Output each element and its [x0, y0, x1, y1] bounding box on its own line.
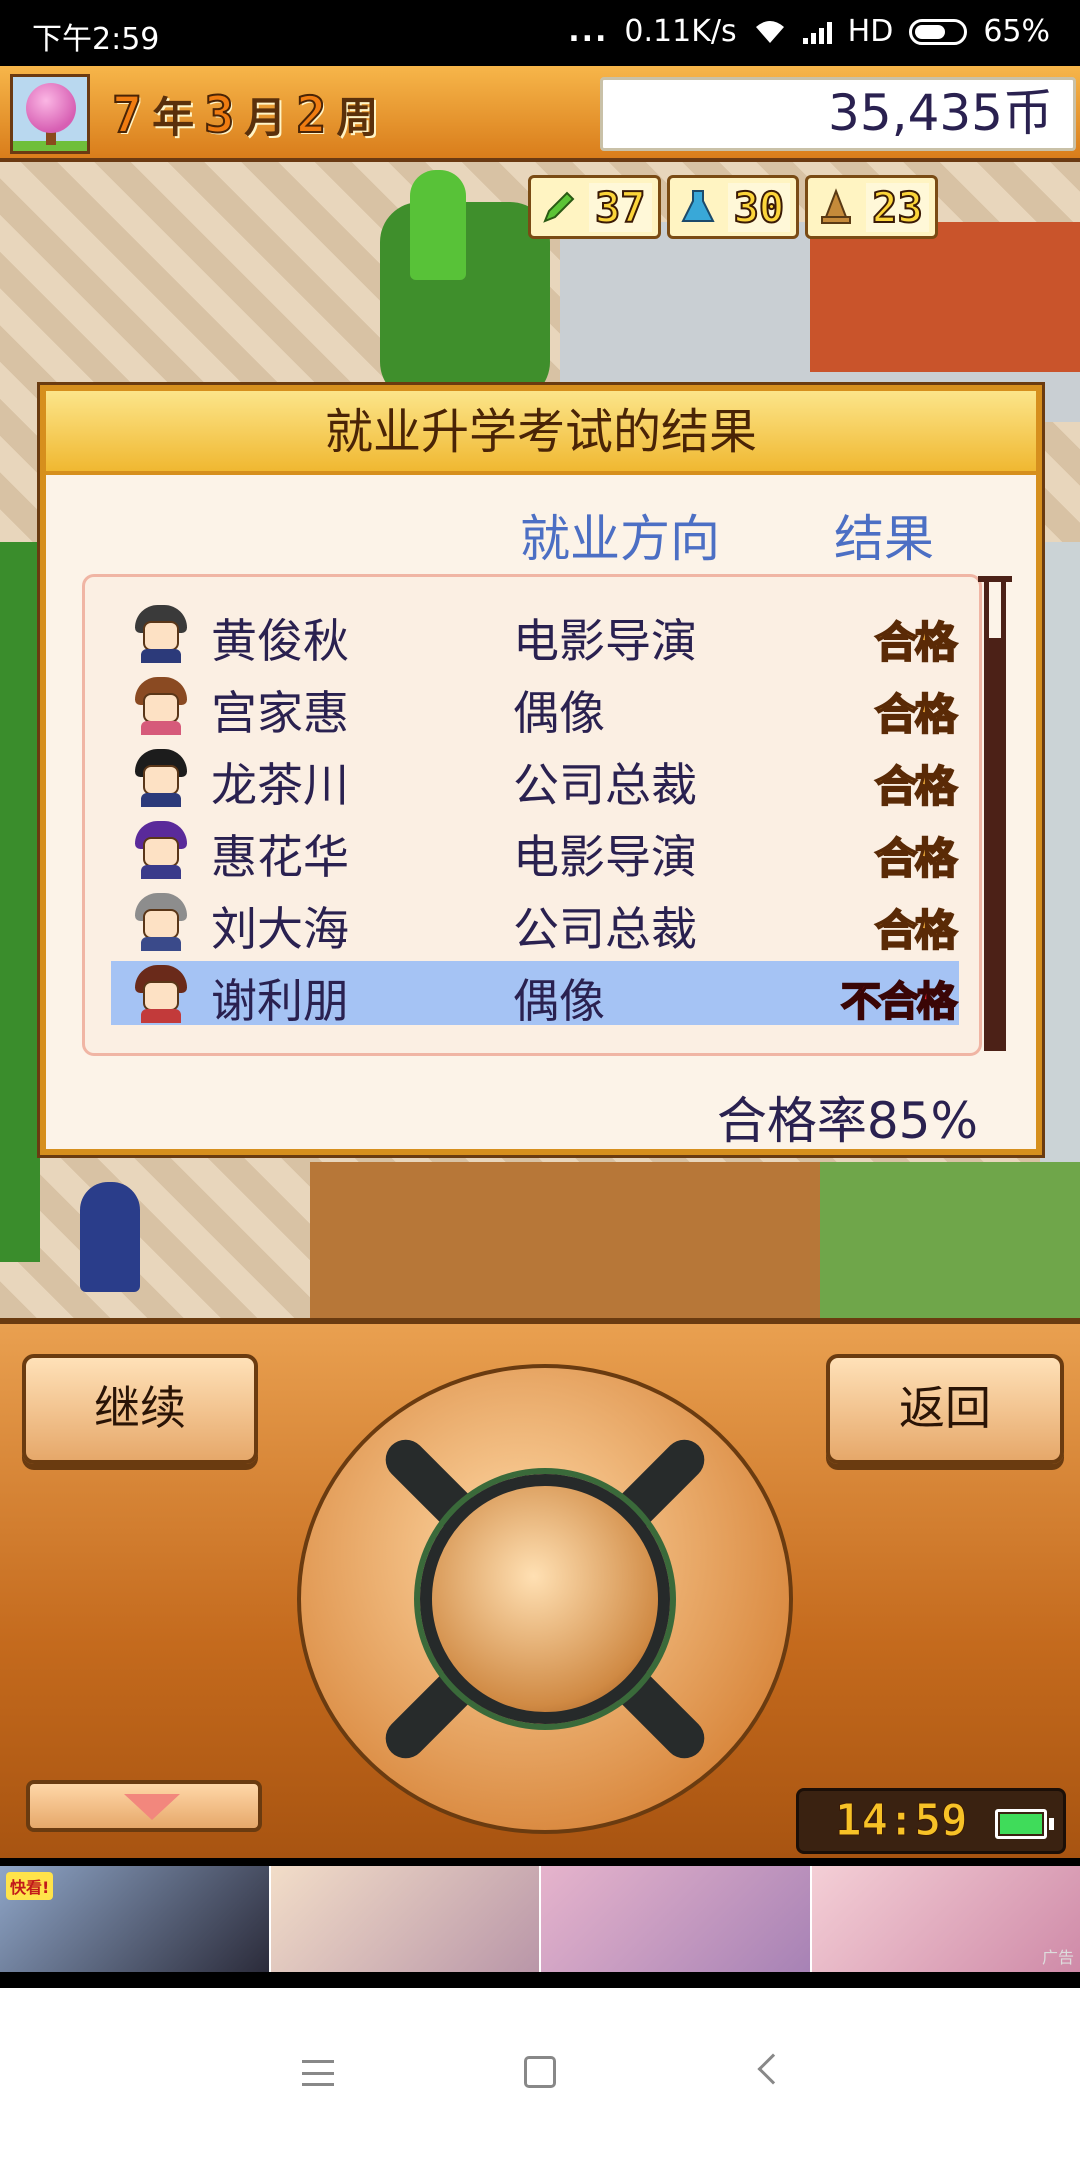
list-item[interactable]: 黄俊秋 电影导演 合格 [111, 601, 959, 668]
student-job: 电影导演 [513, 830, 697, 884]
red-roof [810, 222, 1080, 372]
ad-panel[interactable] [541, 1866, 812, 1972]
student-job: 公司总裁 [513, 902, 697, 956]
money-display: 35,435币 [600, 77, 1076, 151]
week-unit: 周 [336, 93, 379, 142]
left-trees [0, 542, 40, 1262]
year-unit: 年 [152, 93, 195, 142]
list-item[interactable]: 龙茶川 公司总裁 合格 [111, 745, 959, 812]
list-item[interactable]: 刘大海 公司总裁 合格 [111, 889, 959, 956]
student-avatar [131, 603, 191, 663]
list-item[interactable]: 惠花华 电影导演 合格 [111, 817, 959, 884]
game-date: 7 年 3 月 2 周 [111, 84, 379, 145]
student-job: 偶像 [513, 974, 605, 1028]
controller-panel: 继续 返回 14:59 [0, 1318, 1080, 1858]
student-sprite[interactable] [410, 170, 466, 280]
student-sprite[interactable] [80, 1182, 140, 1292]
month-number: 3 [203, 85, 235, 145]
list-item-selected[interactable]: 谢利朋 偶像 不合格 [111, 961, 959, 1028]
scroll-down-button[interactable] [26, 1780, 262, 1832]
student-name: 惠花华 [211, 830, 349, 884]
ad-banner[interactable]: 快看! 广告 [0, 1866, 1080, 1972]
result-badge: 合格 [874, 761, 958, 812]
dpad[interactable] [297, 1364, 793, 1834]
running-track [310, 1162, 830, 1318]
student-job: 公司总裁 [513, 758, 697, 812]
stat-counters: 37 30 23 [528, 175, 938, 239]
battery-icon [995, 1809, 1047, 1839]
student-avatar [131, 747, 191, 807]
week-number: 2 [295, 85, 327, 145]
back-icon[interactable] [757, 2053, 789, 2085]
battery-percent: 65% [983, 14, 1050, 49]
network-speed: 0.11K/s [624, 14, 737, 49]
stat-culture-value: 23 [866, 182, 929, 233]
student-name: 黄俊秋 [211, 614, 349, 668]
ad-label: 广告 [1041, 1948, 1074, 1967]
clock-time: 14:59 [834, 1795, 968, 1847]
ad-panel[interactable]: 快看! [0, 1866, 271, 1972]
student-name: 宫家惠 [211, 686, 349, 740]
home-icon[interactable] [524, 2056, 556, 2088]
stat-science: 30 [666, 175, 800, 239]
scrollbar[interactable] [984, 581, 1006, 1051]
pencil-icon [537, 185, 581, 229]
scrollbar-thumb[interactable] [989, 582, 1001, 638]
exam-result-dialog: 就业升学考试的结果 就业方向 结果 黄俊秋 电影导演 合格 宫家惠 偶像 合格 … [40, 385, 1042, 1155]
student-name: 龙茶川 [211, 758, 349, 812]
dialog-title: 就业升学考试的结果 [46, 391, 1036, 475]
result-badge: 合格 [874, 689, 958, 740]
game-header: 7 年 3 月 2 周 35,435币 [0, 66, 1080, 162]
col-header-result: 结果 [834, 510, 934, 568]
status-time: 下午2:59 [32, 22, 160, 57]
result-badge: 合格 [874, 833, 958, 884]
student-avatar [131, 675, 191, 735]
system-nav-bar [0, 1988, 1080, 2160]
ad-panel[interactable]: 广告 [811, 1866, 1080, 1972]
continue-button[interactable]: 继续 [22, 1354, 258, 1464]
student-name: 谢利朋 [211, 974, 349, 1028]
result-list[interactable]: 黄俊秋 电影导演 合格 宫家惠 偶像 合格 龙茶川 公司总裁 合格 惠花华 电影… [82, 574, 982, 1056]
signal-icon [802, 20, 832, 44]
stat-study-value: 37 [589, 182, 652, 233]
triangle-down-icon [124, 1794, 180, 1820]
more-notifications-icon: ... [568, 14, 609, 49]
menu-icon[interactable] [302, 2060, 334, 2086]
student-name: 刘大海 [211, 902, 349, 956]
status-bar: 下午2:59 ... 0.11K/s HD 65% [0, 0, 1080, 66]
student-job: 电影导演 [513, 614, 697, 668]
bell-icon [814, 185, 858, 229]
result-badge: 合格 [874, 905, 958, 956]
battery-icon [909, 18, 968, 45]
year-number: 7 [111, 85, 143, 145]
game-clock: 14:59 [796, 1788, 1066, 1854]
pass-rate: 合格率85% [716, 1092, 978, 1150]
ad-panel[interactable] [270, 1866, 541, 1972]
list-item[interactable]: 宫家惠 偶像 合格 [111, 673, 959, 740]
student-avatar [131, 891, 191, 951]
student-job: 偶像 [513, 686, 605, 740]
cherry-tree-icon[interactable] [10, 74, 90, 154]
flask-icon [676, 185, 720, 229]
wifi-icon [755, 20, 784, 43]
stat-study: 37 [528, 175, 661, 239]
ad-tag: 快看! [6, 1872, 54, 1900]
stat-science-value: 30 [727, 182, 791, 233]
result-badge-fail: 不合格 [840, 978, 958, 1026]
stat-culture: 23 [805, 175, 938, 239]
student-avatar [131, 963, 191, 1023]
result-badge: 合格 [874, 617, 958, 668]
right-building [1040, 542, 1080, 1262]
hd-label: HD [847, 14, 894, 49]
dpad-center-button[interactable] [420, 1474, 670, 1724]
month-unit: 月 [244, 93, 287, 142]
bushes [820, 1162, 1080, 1318]
student-avatar [131, 819, 191, 879]
col-header-job: 就业方向 [520, 510, 720, 568]
back-button[interactable]: 返回 [826, 1354, 1064, 1464]
